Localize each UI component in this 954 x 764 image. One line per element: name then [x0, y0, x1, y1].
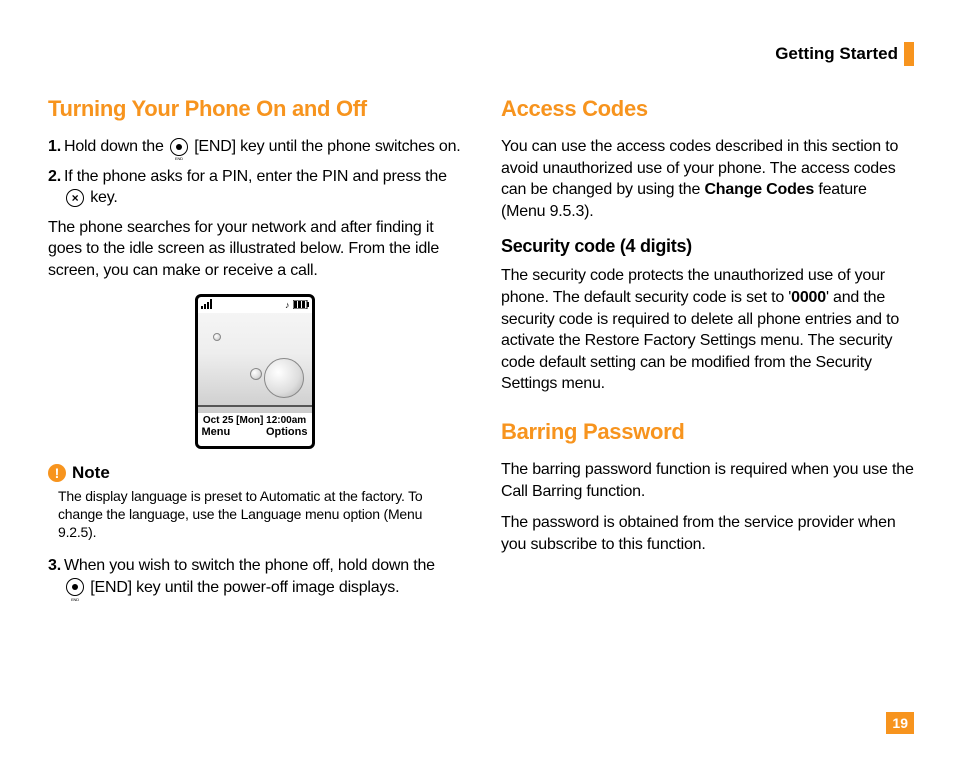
text: Hold down the — [64, 138, 168, 155]
ok-key-icon — [66, 189, 84, 207]
left-column: Turning Your Phone On and Off 1. Hold do… — [48, 96, 461, 606]
step-body: Hold down the [END] key until the phone … — [64, 136, 461, 158]
text: When you wish to switch the phone off, h… — [64, 557, 435, 574]
page-number: 19 — [886, 712, 914, 734]
text: key. — [90, 189, 117, 206]
step-2: 2. If the phone asks for a PIN, enter th… — [48, 166, 461, 209]
step-body: When you wish to switch the phone off, h… — [64, 555, 461, 598]
phone-illustration-wrap: ♪ Oct 25 [Mon] 12:00am Menu Options — [48, 294, 461, 449]
heading-barring-password: Barring Password — [501, 419, 914, 445]
section-title: Getting Started — [775, 44, 898, 64]
right-column: Access Codes You can use the access code… — [501, 96, 914, 606]
note-label: Note — [72, 463, 110, 483]
phone-softkeys: Menu Options — [198, 426, 312, 440]
step-number: 1. — [48, 136, 64, 158]
heading-access-codes: Access Codes — [501, 96, 914, 122]
note-heading: ! Note — [48, 463, 461, 483]
step-number: 3. — [48, 555, 64, 598]
end-key-icon — [170, 138, 188, 156]
paragraph-security: The security code protects the unauthori… — [501, 265, 914, 395]
step-3: 3. When you wish to switch the phone off… — [48, 555, 461, 598]
softkey-left: Menu — [202, 426, 231, 438]
step-body: If the phone asks for a PIN, enter the P… — [64, 166, 461, 209]
phone-datetime: Oct 25 [Mon] 12:00am — [198, 413, 312, 426]
step-1: 1. Hold down the [END] key until the pho… — [48, 136, 461, 158]
phone-idle-screen: ♪ Oct 25 [Mon] 12:00am Menu Options — [195, 294, 315, 449]
content-columns: Turning Your Phone On and Off 1. Hold do… — [48, 96, 914, 606]
header-accent-bar — [904, 42, 914, 66]
softkey-right: Options — [266, 426, 308, 438]
music-icon: ♪ — [285, 300, 290, 310]
text-bold: Change Codes — [704, 181, 814, 198]
signal-icon — [201, 299, 215, 311]
paragraph-access: You can use the access codes described i… — [501, 136, 914, 222]
paragraph-barring-1: The barring password function is require… — [501, 459, 914, 502]
text-bold: 0000 — [791, 289, 826, 306]
status-right: ♪ — [285, 300, 309, 310]
paragraph-search: The phone searches for your network and … — [48, 217, 461, 282]
alert-icon: ! — [48, 464, 66, 482]
heading-security-code: Security code (4 digits) — [501, 236, 914, 257]
note-body: The display language is preset to Automa… — [58, 487, 461, 542]
text: [END] key until the phone switches on. — [194, 138, 460, 155]
step-number: 2. — [48, 166, 64, 209]
phone-wallpaper — [198, 313, 312, 413]
phone-status-bar: ♪ — [198, 297, 312, 313]
text: If the phone asks for a PIN, enter the P… — [64, 168, 447, 185]
page-header: Getting Started — [48, 42, 914, 66]
paragraph-barring-2: The password is obtained from the servic… — [501, 512, 914, 555]
heading-turning-on-off: Turning Your Phone On and Off — [48, 96, 461, 122]
end-key-icon — [66, 578, 84, 596]
text: [END] key until the power-off image disp… — [90, 579, 399, 596]
battery-icon — [293, 300, 309, 309]
